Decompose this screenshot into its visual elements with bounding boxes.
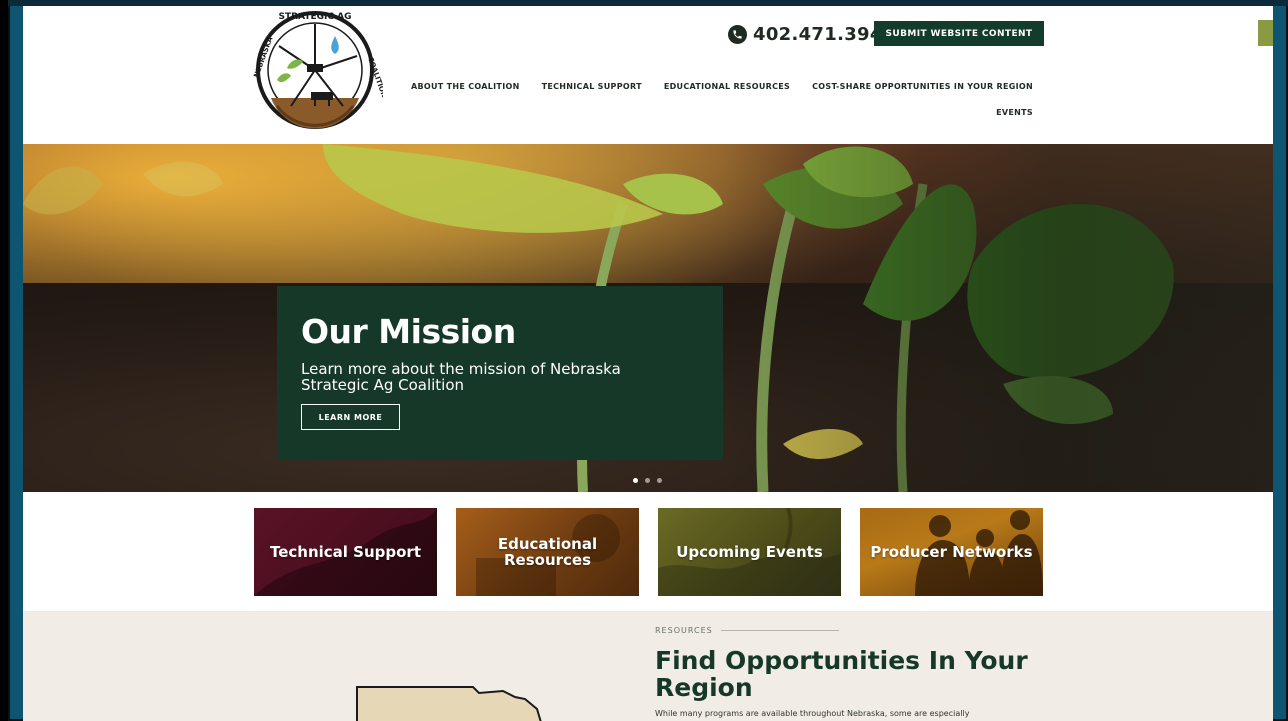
tile-producer-networks[interactable]: Producer Networks — [860, 508, 1043, 596]
resources-text: While many programs are available throug… — [655, 709, 970, 718]
nav-row: ABOUT THE COALITION TECHNICAL SUPPORT ED… — [411, 82, 1033, 91]
slider-dot-2[interactable] — [645, 478, 650, 483]
tile-upcoming-events[interactable]: Upcoming Events — [658, 508, 841, 596]
hero-shade — [723, 144, 1273, 492]
resources-label: RESOURCES — [655, 626, 713, 635]
phone-icon — [728, 24, 747, 44]
window-left-edge — [0, 0, 8, 721]
mission-card: Our Mission Learn more about the mission… — [277, 286, 723, 460]
hero-slider: Our Mission Learn more about the mission… — [23, 144, 1273, 492]
nebraska-map[interactable] — [353, 669, 553, 721]
quick-link-tiles: Technical Support Educational Resources … — [254, 508, 1043, 596]
nav-cost-share-opportunities[interactable]: COST-SHARE OPPORTUNITIES IN YOUR REGION — [812, 82, 1033, 91]
nav-technical-support[interactable]: TECHNICAL SUPPORT — [542, 82, 642, 91]
resources-title: Find Opportunities In Your Region — [655, 646, 1028, 702]
svg-text:STRATEGIC AG: STRATEGIC AG — [279, 12, 352, 22]
nav-about-coalition[interactable]: ABOUT THE COALITION — [411, 82, 520, 91]
tile-label: Educational Resources — [497, 535, 598, 569]
tile-educational-resources[interactable]: Educational Resources — [456, 508, 639, 596]
tile-label: Technical Support — [269, 543, 421, 561]
nav-events[interactable]: EVENTS — [996, 108, 1033, 117]
slider-dot-3[interactable] — [657, 478, 662, 483]
slider-dots — [633, 478, 662, 483]
resources-divider — [720, 630, 839, 631]
mission-title: Our Mission — [301, 312, 516, 351]
web-page: STRATEGIC AG NEBRASKA COALITION 402.471.… — [23, 6, 1273, 721]
tile-technical-support[interactable]: Technical Support — [254, 508, 437, 596]
coalition-logo[interactable]: STRATEGIC AG NEBRASKA COALITION — [251, 6, 383, 130]
phone-contact[interactable]: 402.471.3948 — [728, 23, 896, 45]
nav-row-2: EVENTS — [423, 108, 1033, 117]
resources-eyebrow: RESOURCES — [655, 626, 839, 635]
mission-text: Learn more about the mission of Nebraska… — [301, 360, 621, 394]
tile-label: Producer Networks — [870, 543, 1033, 561]
resources-section: RESOURCES Find Opportunities In Your Reg… — [23, 611, 1273, 721]
scroll-accent — [1258, 20, 1273, 46]
nav-educational-resources[interactable]: EDUCATIONAL RESOURCES — [664, 82, 790, 91]
learn-more-button[interactable]: LEARN MORE — [301, 404, 400, 430]
submit-website-content-button[interactable]: SUBMIT WEBSITE CONTENT — [874, 21, 1044, 46]
slider-dot-1[interactable] — [633, 478, 638, 483]
main-nav: ABOUT THE COALITION TECHNICAL SUPPORT ED… — [411, 82, 1033, 117]
tile-label: Upcoming Events — [676, 543, 823, 561]
